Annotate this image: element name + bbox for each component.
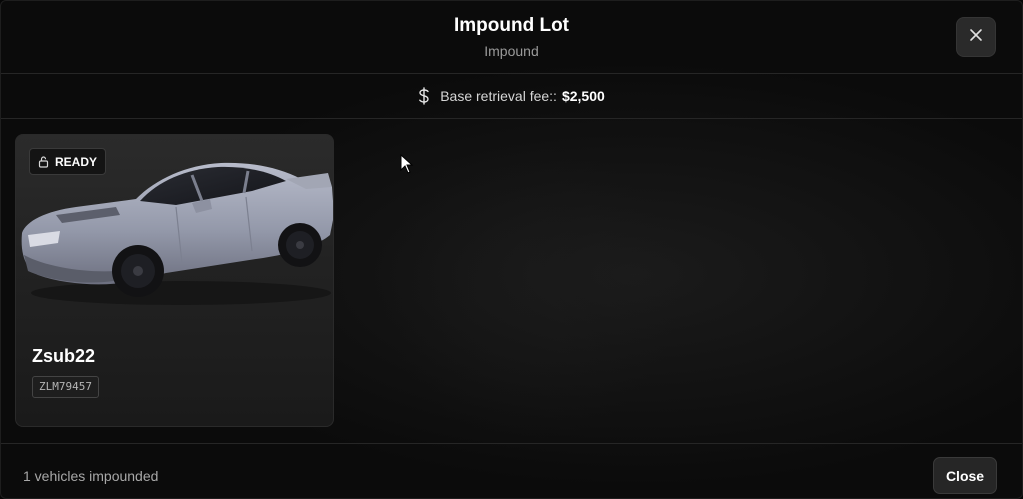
license-plate: ZLM79457 (32, 376, 99, 398)
close-icon-button[interactable] (956, 17, 996, 57)
modal-header: Impound Lot Impound (1, 1, 1022, 74)
impound-modal: Impound Lot Impound Base retrieval fee::… (0, 0, 1023, 499)
vehicle-name: Zsub22 (32, 346, 96, 366)
modal-title: Impound Lot (453, 15, 570, 36)
status-badge-label: READY (55, 154, 98, 169)
mouse-cursor-icon (400, 154, 414, 174)
fee-amount: $2,500 (561, 88, 605, 104)
fee-label: Base retrieval fee:: (440, 88, 557, 104)
close-icon (969, 28, 983, 47)
background-silhouette (381, 141, 681, 441)
modal-subtitle: Impound (484, 43, 539, 59)
impound-count: 1 vehicles impounded (23, 468, 159, 484)
dollar-icon (418, 87, 430, 105)
modal-footer: 1 vehicles impounded Close (1, 443, 1022, 498)
status-badge: READY (29, 148, 107, 175)
close-button[interactable]: Close (933, 457, 997, 494)
lock-icon (38, 155, 49, 168)
fee-info-bar: Base retrieval fee:: $2,500 (1, 74, 1022, 119)
vehicle-card[interactable]: READY Zsub22 ZLM79457 (15, 134, 334, 427)
